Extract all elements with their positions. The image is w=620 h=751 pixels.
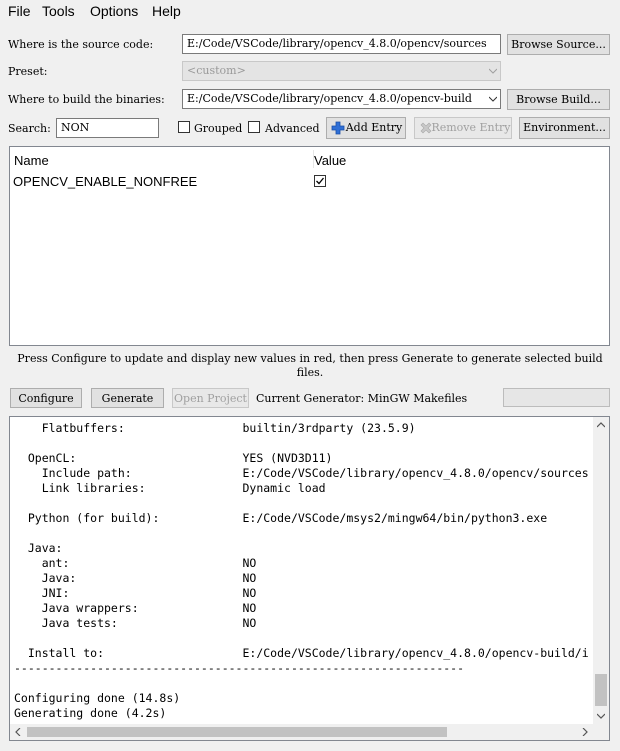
checkmark-icon [316,177,325,185]
advanced-label: Advanced [265,122,320,135]
output-line: Java: NO [14,571,257,585]
column-header-name[interactable]: Name [14,153,49,168]
chevron-down-icon[interactable] [597,712,605,720]
remove-entry-label: Remove Entry [431,121,511,134]
remove-icon [420,122,432,134]
output-line: Configuring done (14.8s) [14,691,181,705]
cache-table: Name Value OPENCV_ENABLE_NONFREE [9,146,610,346]
plus-icon [331,121,345,135]
add-entry-label: Add Entry [345,121,403,134]
chevron-up-icon[interactable] [597,421,605,429]
scroll-corner [593,724,609,740]
open-project-button[interactable]: Open Project [172,388,249,408]
source-path-input[interactable]: E:/Code/VSCode/library/opencv_4.8.0/open… [182,34,501,54]
menu-tools[interactable]: Tools [42,3,75,19]
output-line: JNI: NO [14,586,257,600]
preset-select[interactable]: <custom> [182,61,501,81]
chevron-right-icon[interactable] [581,728,589,736]
advanced-checkbox[interactable] [248,121,260,133]
vertical-scrollbar[interactable] [593,417,609,724]
configure-hint: Press Configure to update and display ne… [17,352,603,379]
search-label: Search: [8,122,51,135]
chevron-left-icon[interactable] [14,728,22,736]
output-text: Flatbuffers: builtin/3rdparty (23.5.9) O… [14,421,589,721]
output-log: Flatbuffers: builtin/3rdparty (23.5.9) O… [9,416,610,741]
output-line: Python (for build): E:/Code/VSCode/msys2… [14,511,548,525]
preset-label: Preset: [8,65,48,78]
current-generator: Current Generator: MinGW Makefiles [256,392,468,405]
environment-button[interactable]: Environment... [519,117,610,139]
build-path-value: E:/Code/VSCode/library/opencv_4.8.0/open… [187,92,472,105]
generate-button[interactable]: Generate [91,388,164,408]
entry-value-checkbox[interactable] [314,175,326,187]
source-label: Where is the source code: [8,38,154,51]
grouped-label: Grouped [194,122,243,135]
output-line: Flatbuffers: builtin/3rdparty (23.5.9) [14,421,416,435]
horizontal-scrollbar[interactable] [10,724,593,740]
progress-bar [503,388,610,407]
chevron-down-icon [489,68,497,74]
output-line: Include path: E:/Code/VSCode/library/ope… [14,466,589,480]
chevron-down-icon [489,96,497,102]
search-input[interactable]: NON [56,118,159,138]
output-line: Install to: E:/Code/VSCode/library/openc… [14,646,589,660]
vertical-scroll-thumb[interactable] [595,674,607,706]
menu-file[interactable]: File [8,3,31,19]
browse-source-button[interactable]: Browse Source... [507,34,610,55]
menu-options[interactable]: Options [90,3,138,19]
menu-bar: File Tools Options Help [0,0,620,22]
column-header-value[interactable]: Value [314,153,346,168]
entry-name: OPENCV_ENABLE_NONFREE [13,174,198,189]
build-label: Where to build the binaries: [8,93,165,106]
remove-entry-button[interactable]: Remove Entry [414,117,512,139]
output-line: ----------------------------------------… [14,661,465,675]
output-line: Java: [14,541,63,555]
preset-value: <custom> [187,64,246,77]
add-entry-button[interactable]: Add Entry [326,117,406,139]
output-line: Java wrappers: NO [14,601,257,615]
output-line: Link libraries: Dynamic load [14,481,326,495]
output-line: OpenCL: YES (NVD3D11) [14,451,333,465]
menu-help[interactable]: Help [152,3,181,19]
grouped-checkbox[interactable] [178,121,190,133]
build-path-select[interactable]: E:/Code/VSCode/library/opencv_4.8.0/open… [182,89,501,109]
configure-button[interactable]: Configure [10,388,82,408]
output-line: ant: NO [14,556,257,570]
browse-build-button[interactable]: Browse Build... [507,89,610,110]
horizontal-scroll-thumb[interactable] [27,727,447,737]
output-line: Java tests: NO [14,616,257,630]
output-line: Generating done (4.2s) [14,706,167,720]
